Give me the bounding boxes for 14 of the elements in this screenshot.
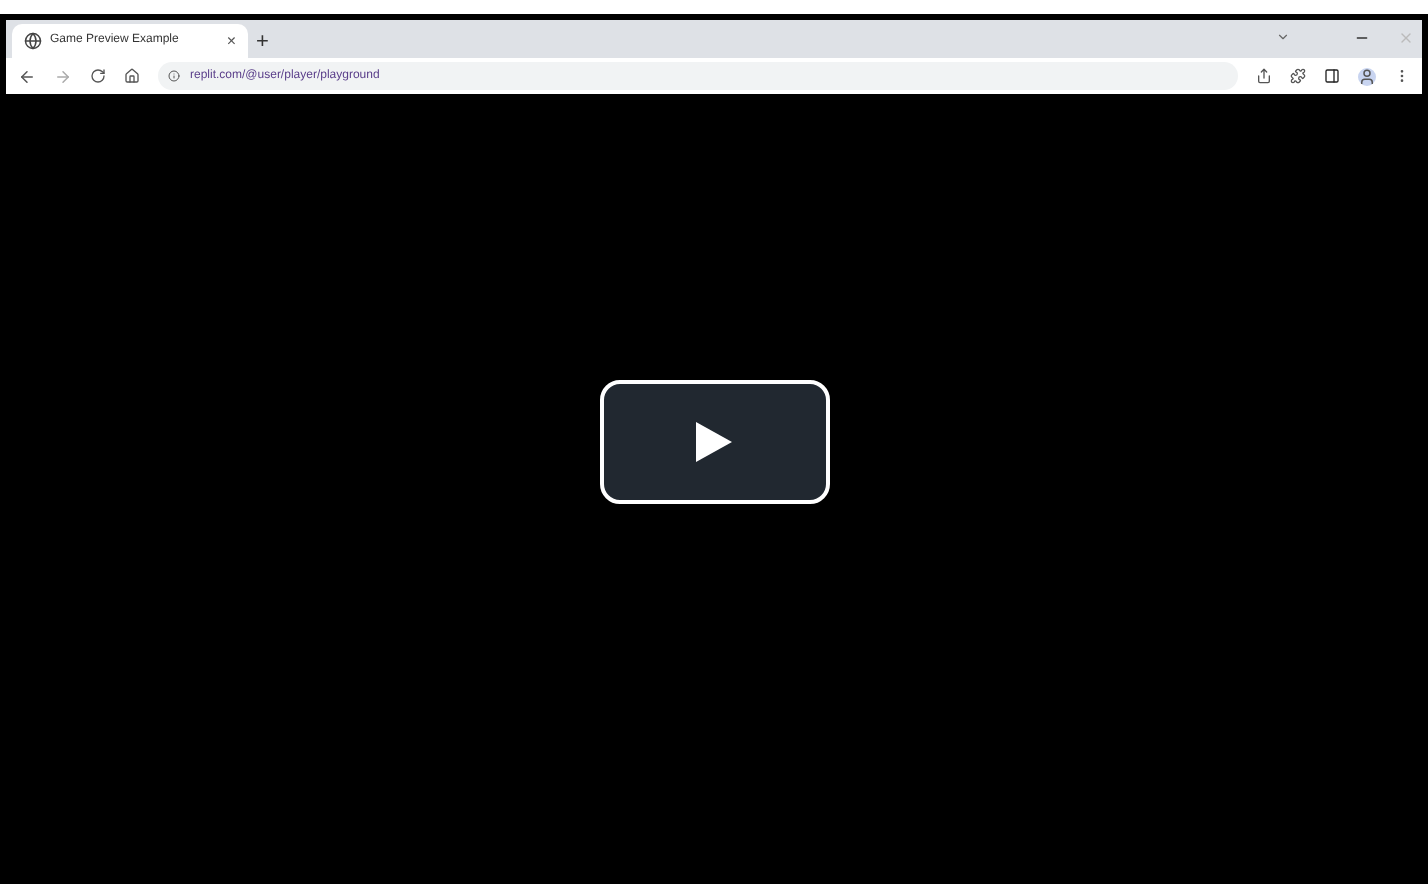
play-icon — [696, 422, 732, 462]
site-icon — [24, 32, 42, 50]
extensions-icon[interactable] — [1290, 68, 1306, 84]
share-icon[interactable] — [1256, 68, 1272, 84]
home-icon[interactable] — [124, 68, 140, 84]
close-tab-button[interactable]: × — [226, 33, 236, 49]
side-panel-icon[interactable] — [1324, 68, 1340, 84]
back-icon[interactable] — [18, 67, 36, 85]
reload-icon[interactable] — [90, 68, 106, 84]
info-icon[interactable] — [168, 70, 180, 82]
new-tab-button[interactable]: + — [256, 32, 269, 54]
play-button[interactable] — [599, 380, 829, 504]
profile-icon[interactable] — [1358, 67, 1376, 85]
tab-search-icon[interactable] — [1276, 30, 1290, 44]
